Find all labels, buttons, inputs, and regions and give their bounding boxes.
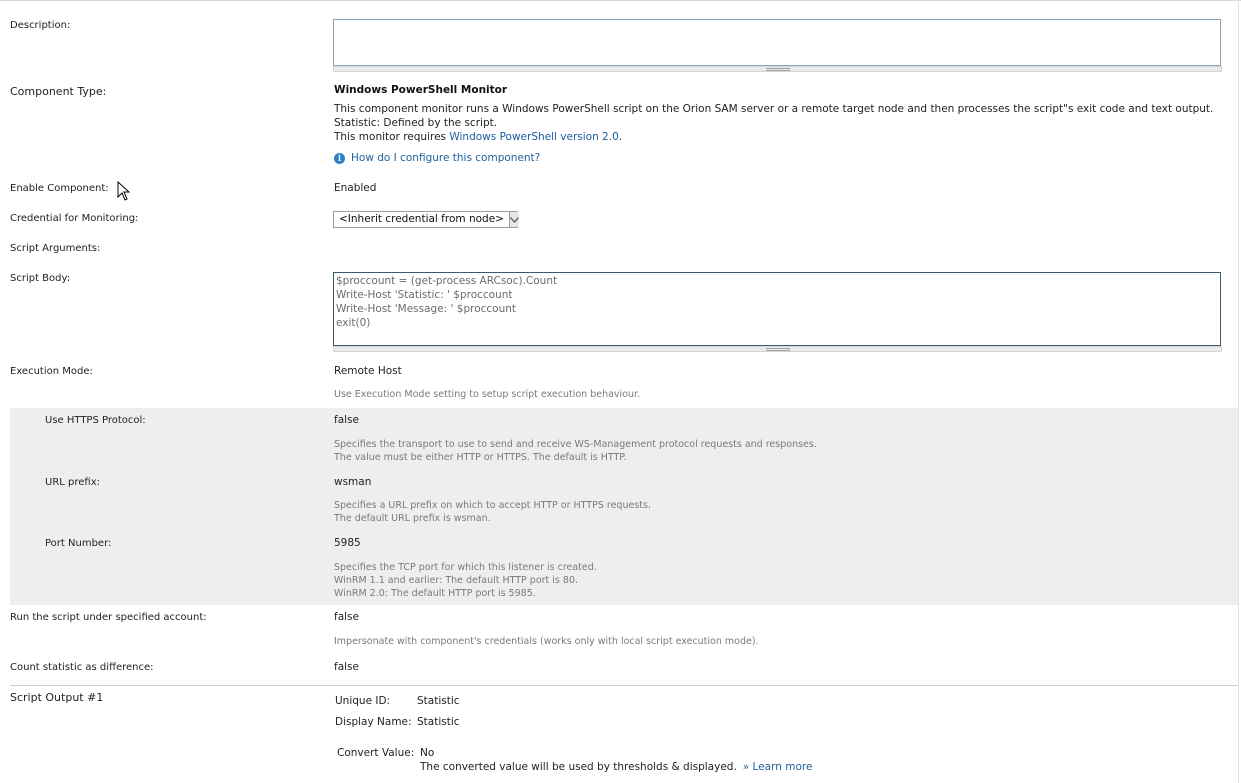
script-body-code: $proccount = (get-process ARCsoc).Count … (334, 273, 1220, 331)
convert-note-text: The converted value will be used by thre… (420, 761, 737, 773)
script-body-label: Script Body: (10, 273, 71, 284)
help-configure-link[interactable]: i How do I configure this component? (334, 152, 540, 164)
credential-selected-value: <Inherit credential from node> (339, 213, 504, 225)
description-label: Description: (10, 20, 71, 31)
port-number-value: 5985 (334, 537, 361, 549)
hint-line: WinRM 1.1 and earlier: The default HTTP … (334, 575, 579, 586)
right-divider (1238, 0, 1239, 783)
execution-mode-value: Remote Host (334, 365, 402, 377)
credential-label: Credential for Monitoring: (10, 213, 139, 224)
script-body-textarea[interactable]: $proccount = (get-process ARCsoc).Count … (333, 272, 1221, 346)
execution-mode-label: Execution Mode: (10, 366, 93, 377)
url-prefix-label: URL prefix: (45, 477, 100, 488)
top-divider (0, 0, 1241, 1)
hint-line: Specifies a URL prefix on which to accep… (334, 500, 651, 511)
credential-select[interactable]: <Inherit credential from node> (333, 211, 519, 228)
url-prefix-hint: Specifies a URL prefix on which to accep… (334, 499, 651, 525)
learn-more-link[interactable]: » Learn more (743, 761, 813, 773)
enable-component-value: Enabled (334, 182, 377, 194)
code-line: $proccount = (get-process ARCsoc).Count (336, 275, 558, 287)
use-https-label: Use HTTPS Protocol: (45, 415, 146, 426)
hint-line: WinRM 2.0: The default HTTP port is 5985… (334, 588, 536, 599)
section-divider (10, 685, 1238, 686)
use-https-hint: Specifies the transport to use to send a… (334, 438, 817, 464)
description-resize-grip[interactable] (333, 66, 1222, 72)
script-arguments-label: Script Arguments: (10, 243, 101, 254)
powershell-version-link[interactable]: Windows PowerShell version 2.0 (449, 131, 618, 143)
run-under-account-hint: Impersonate with component's credentials… (334, 636, 759, 647)
port-number-label: Port Number: (45, 538, 112, 549)
hint-line: The default URL prefix is wsman. (334, 513, 491, 524)
hint-line: Specifies the transport to use to send a… (334, 439, 817, 450)
mouse-cursor-icon (117, 181, 131, 201)
script-body-resize-grip[interactable] (333, 346, 1222, 352)
code-line: Write-Host 'Statistic: ' $proccount (336, 289, 513, 301)
requires-suffix: . (618, 131, 623, 143)
description-textarea[interactable] (333, 19, 1221, 66)
chevron-down-icon[interactable] (508, 212, 519, 227)
hint-line: Specifies the TCP port for which this li… (334, 562, 597, 573)
convert-note: The converted value will be used by thre… (420, 761, 812, 773)
run-under-account-value: false (334, 611, 359, 623)
info-icon: i (334, 152, 345, 164)
requires-prefix: This monitor requires (334, 131, 450, 143)
component-requires-line: This monitor requires Windows PowerShell… (334, 130, 1213, 144)
help-configure-text[interactable]: How do I configure this component? (351, 152, 540, 164)
component-title: Windows PowerShell Monitor (334, 84, 508, 96)
code-line: exit(0) (336, 317, 371, 329)
count-difference-label: Count statistic as difference: (10, 662, 154, 673)
component-statistic-line: Statistic: Defined by the script. (334, 117, 498, 129)
run-under-account-label: Run the script under specified account: (10, 612, 207, 623)
component-type-label: Component Type: (10, 85, 107, 98)
component-desc-line: This component monitor runs a Windows Po… (334, 103, 1214, 115)
unique-id-label: Unique ID: (335, 695, 391, 707)
url-prefix-value: wsman (334, 476, 372, 488)
hint-line: The value must be either HTTP or HTTPS. … (334, 452, 627, 463)
script-output-heading: Script Output #1 (10, 691, 104, 704)
convert-value-value: No (420, 747, 435, 759)
display-name-label: Display Name: (335, 716, 412, 728)
unique-id-value: Statistic (417, 695, 460, 707)
enable-component-label: Enable Component: (10, 183, 109, 194)
count-difference-value: false (334, 661, 359, 673)
component-description: This component monitor runs a Windows Po… (334, 102, 1213, 144)
execution-mode-hint: Use Execution Mode setting to setup scri… (334, 389, 641, 400)
use-https-value: false (334, 414, 359, 426)
port-number-hint: Specifies the TCP port for which this li… (334, 561, 597, 600)
convert-value-label: Convert Value: (337, 747, 415, 759)
display-name-value: Statistic (417, 716, 460, 728)
code-line: Write-Host 'Message: ' $proccount (336, 303, 517, 315)
